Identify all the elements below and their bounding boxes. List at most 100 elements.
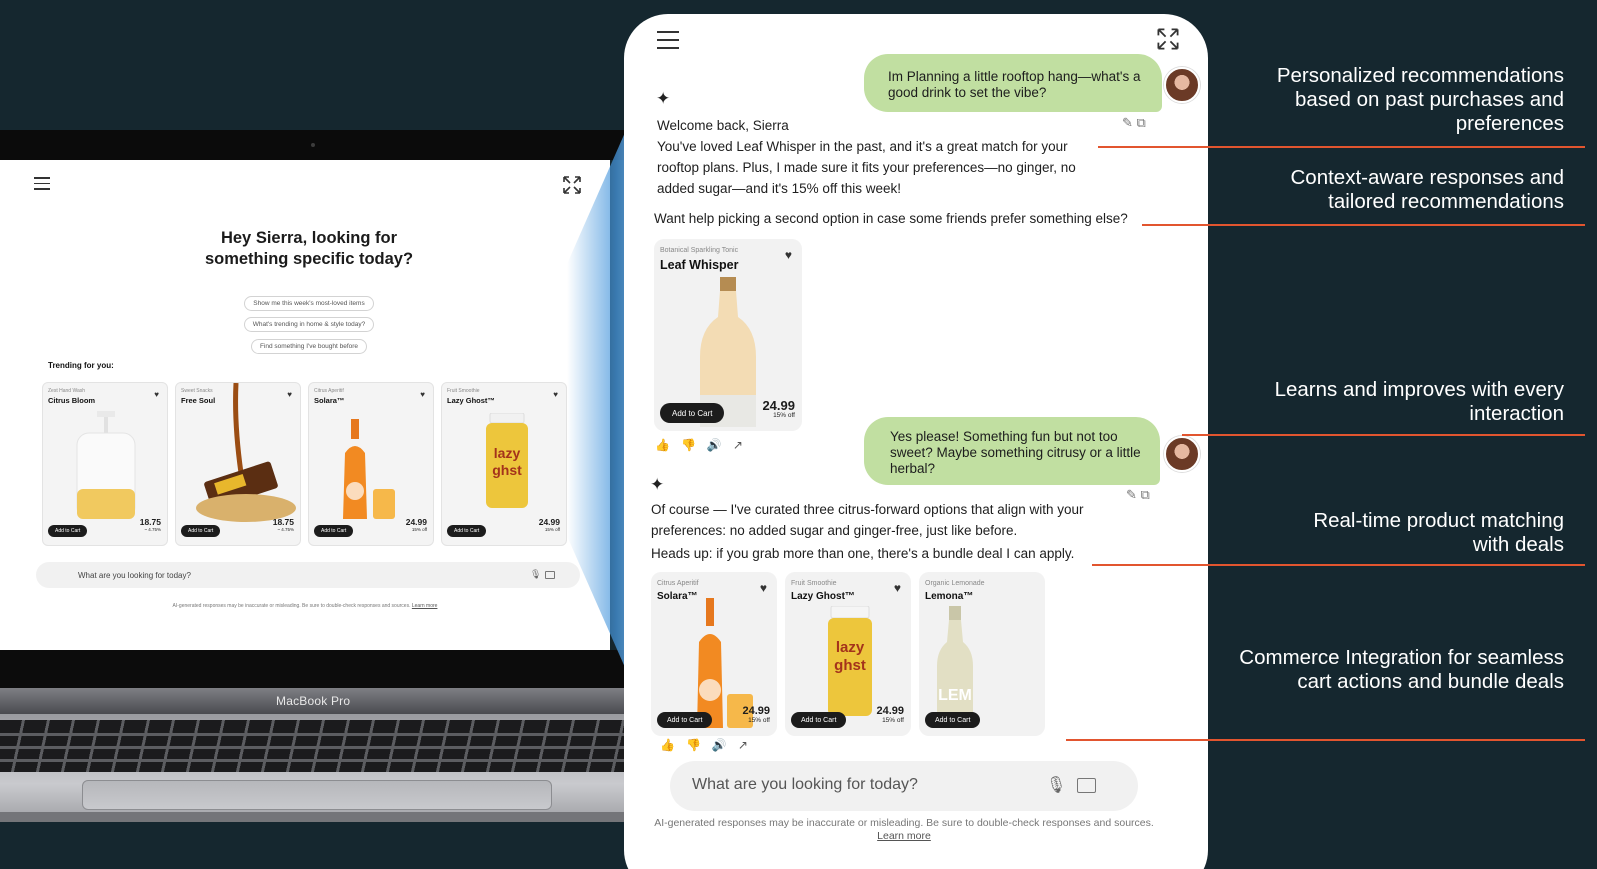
product-price: 18.75 ~ 4.75%	[139, 517, 161, 532]
add-to-cart-button[interactable]: Add to Cart	[447, 525, 487, 537]
laptop-bezel	[0, 130, 640, 160]
product-card[interactable]: Botanical Sparkling Tonic Leaf Whisper ♥…	[654, 239, 802, 431]
speaker-icon[interactable]: 🔊	[712, 738, 738, 752]
product-card[interactable]: Zest Hand Wash Citrus Bloom ♥ Add to Car…	[42, 382, 168, 546]
thumbs-up-icon[interactable]: 👍	[655, 438, 681, 452]
edit-icon[interactable]: ✎	[1126, 487, 1137, 502]
suggestion-chip[interactable]: Show me this week's most-loved items	[244, 296, 374, 311]
svg-text:lazy: lazy	[494, 445, 521, 461]
connector-line	[1182, 434, 1585, 436]
product-card[interactable]: Citrus Aperitif Solara™ ♥ Add to Cart 24…	[308, 382, 434, 546]
product-category: Organic Lemonade	[925, 580, 985, 587]
feedback-toolbar: 👍👎🔊↗	[660, 738, 759, 752]
ai-question: Want help picking a second option in cas…	[654, 211, 1128, 226]
expand-icon[interactable]	[562, 175, 582, 195]
image-upload-icon[interactable]	[545, 571, 555, 579]
product-image	[76, 411, 136, 519]
sparkle-icon: ✦	[650, 475, 665, 494]
product-image: lazy ghst	[486, 413, 528, 508]
callout-context-aware: Context-aware responses and tailored rec…	[1290, 166, 1565, 213]
trackpad	[82, 780, 552, 810]
avatar	[1164, 436, 1200, 472]
heart-icon[interactable]: ♥	[785, 248, 792, 262]
sparkle-icon: ✦	[656, 89, 671, 108]
thumbs-down-icon[interactable]: 👎	[686, 738, 712, 752]
product-name: Lazy Ghost™	[447, 396, 495, 405]
heart-icon[interactable]: ♥	[760, 581, 767, 595]
connector-line	[1142, 224, 1585, 226]
product-price: 24.99 15% off	[876, 705, 904, 725]
copy-icon[interactable]: ⧉	[1137, 115, 1146, 130]
menu-icon[interactable]	[34, 177, 50, 190]
product-price: 24.99 15% off	[405, 517, 427, 532]
product-name: Leaf Whisper	[660, 258, 739, 272]
svg-text:ghst: ghst	[834, 657, 866, 674]
product-image	[343, 419, 395, 519]
ai-message: Welcome back, Sierra You've loved Leaf W…	[657, 115, 1087, 199]
copy-icon[interactable]: ⧉	[1141, 487, 1150, 502]
product-category: Fruit Smoothie	[791, 580, 837, 587]
product-card[interactable]: Fruit Smoothie Lazy Ghost™ ♥ lazy ghst A…	[785, 572, 911, 736]
callout-commerce: Commerce Integration for seamless cart a…	[1239, 646, 1564, 693]
connector-line	[1098, 146, 1585, 148]
avatar	[1164, 67, 1200, 103]
product-category: Botanical Sparkling Tonic	[660, 247, 739, 254]
callout-real-time: Real-time product matching with deals	[1313, 509, 1564, 556]
add-to-cart-button[interactable]: Add to Cart	[791, 712, 847, 728]
heart-icon[interactable]: ♥	[553, 390, 558, 399]
ai-recommendation: You've loved Leaf Whisper in the past, a…	[657, 139, 1076, 196]
user-message: Yes please! Something fun but not too sw…	[864, 417, 1160, 485]
image-upload-icon[interactable]	[1077, 778, 1096, 793]
product-card[interactable]: Citrus Aperitif Solara™ ♥ Add to Cart 24…	[651, 572, 777, 736]
product-category: Citrus Aperitif	[314, 388, 344, 394]
product-image	[196, 383, 296, 522]
disclaimer-text: AI-generated responses may be inaccurate…	[172, 603, 438, 609]
add-to-cart-button[interactable]: Add to Cart	[660, 403, 725, 423]
add-to-cart-button[interactable]: Add to Cart	[48, 525, 88, 537]
thumbs-up-icon[interactable]: 👍	[660, 738, 686, 752]
heart-icon[interactable]: ♥	[420, 390, 425, 399]
share-icon[interactable]: ↗	[733, 438, 754, 452]
connector-line	[1066, 739, 1585, 741]
product-name: Lemona™	[925, 591, 974, 602]
add-to-cart-button[interactable]: Add to Cart	[925, 712, 981, 728]
product-name: Lazy Ghost™	[791, 591, 855, 602]
product-category: Citrus Aperitif	[657, 580, 699, 587]
message-tools: ✎ ⧉	[1122, 115, 1146, 131]
product-card[interactable]: Organic Lemonade Lemona™ LEM Add to Cart	[919, 572, 1045, 736]
product-category: Zest Hand Wash	[48, 388, 86, 394]
add-to-cart-button[interactable]: Add to Cart	[314, 525, 354, 537]
suggestion-chip[interactable]: What's trending in home & style today?	[244, 317, 374, 332]
keyboard-row	[0, 746, 640, 749]
learn-more-link[interactable]: Learn more	[877, 830, 931, 842]
speaker-icon[interactable]: 🔊	[707, 438, 733, 452]
suggestion-chip[interactable]: Find something I've bought before	[251, 339, 367, 354]
keyboard-row	[0, 733, 640, 736]
microphone-icon[interactable]: 🎙	[530, 569, 541, 580]
edit-icon[interactable]: ✎	[1122, 115, 1133, 130]
thumbs-down-icon[interactable]: 👎	[681, 438, 707, 452]
menu-icon[interactable]	[657, 31, 679, 49]
feedback-toolbar: 👍👎🔊↗	[655, 438, 754, 452]
heart-icon[interactable]: ♥	[894, 581, 901, 595]
heart-icon[interactable]: ♥	[154, 390, 159, 399]
add-to-cart-button[interactable]: Add to Cart	[181, 525, 221, 537]
product-price: 24.99 15% off	[742, 705, 770, 725]
laptop-screen: Hey Sierra, looking for something specif…	[0, 160, 610, 650]
share-icon[interactable]: ↗	[738, 738, 759, 752]
product-card[interactable]: Fruit Smoothie Lazy Ghost™ ♥ lazy ghst A…	[441, 382, 567, 546]
microphone-icon[interactable]: 🎙	[1046, 775, 1066, 795]
search-input[interactable]: What are you looking for today?	[78, 571, 191, 580]
disclaimer-text: AI-generated responses may be inaccurate…	[654, 817, 1154, 842]
add-to-cart-button[interactable]: Add to Cart	[657, 712, 713, 728]
callout-personalized: Personalized recommendations based on pa…	[1276, 64, 1564, 135]
search-input[interactable]: What are you looking for today?	[692, 776, 918, 794]
callout-learns: Learns and improves with every interacti…	[1274, 378, 1564, 425]
learn-more-link[interactable]: Learn more	[412, 603, 438, 609]
product-price: 18.75 ~ 4.75%	[272, 517, 294, 532]
svg-text:LEM: LEM	[938, 687, 972, 704]
product-card[interactable]: Sweet Snacks Free Soul ♥ Add to Cart 18.…	[175, 382, 301, 546]
ai-message: Heads up: if you grab more than one, the…	[651, 546, 1075, 561]
expand-icon[interactable]	[1156, 27, 1180, 56]
ai-welcome: Welcome back, Sierra	[657, 118, 789, 133]
